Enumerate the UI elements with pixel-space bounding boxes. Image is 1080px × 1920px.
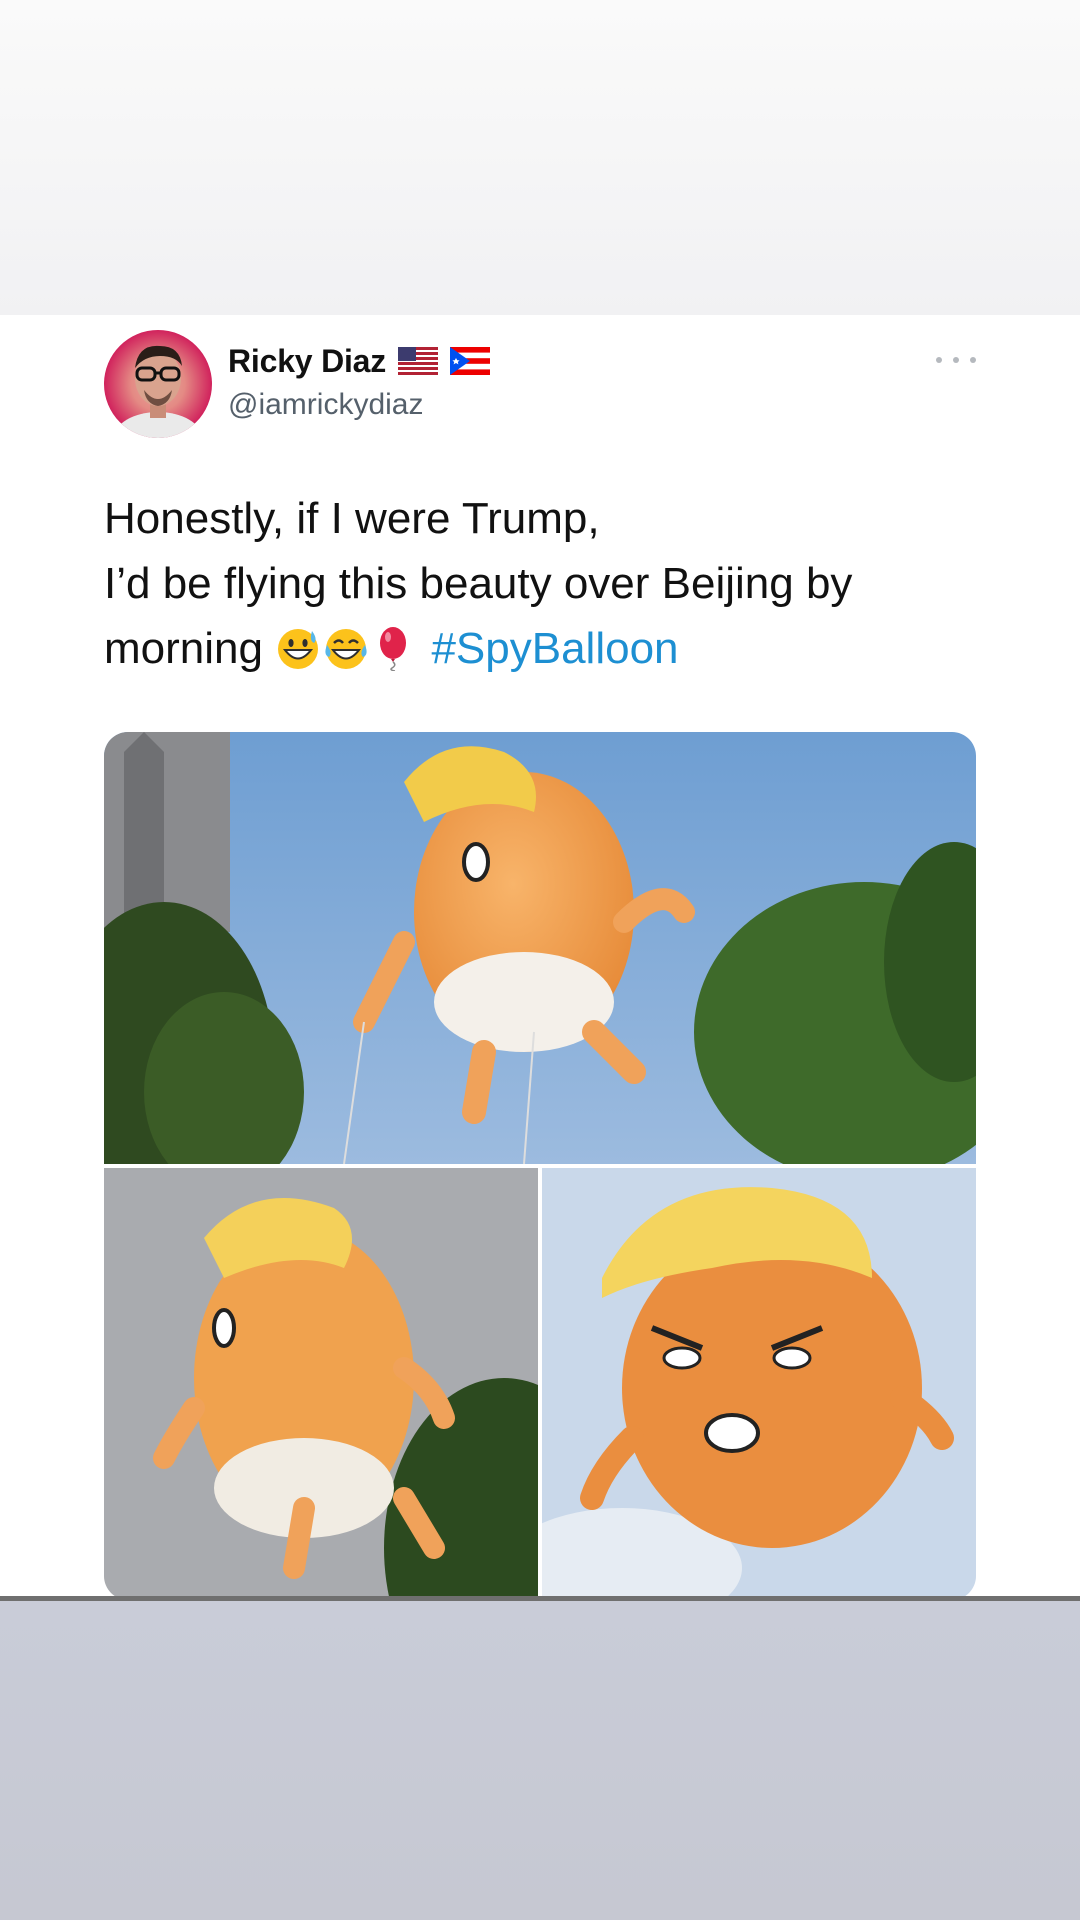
us-flag-icon [398, 347, 439, 375]
puerto-rico-flag-icon [450, 347, 491, 375]
tweet-text-line-last: morning #SpyBalloon [104, 616, 1004, 681]
media-grid[interactable] [104, 732, 976, 1600]
baby-balloon-photo-sky-trees[interactable] [104, 732, 976, 1164]
more-dot [970, 357, 976, 363]
author-display-name[interactable]: Ricky Diaz [228, 343, 386, 380]
tears-of-joy-emoji [325, 629, 367, 669]
hashtag-link[interactable]: #SpyBalloon [431, 624, 678, 673]
more-dot [936, 357, 942, 363]
avatar-portrait-icon [114, 345, 202, 438]
tweet-text: Honestly, if I were Trump, I’d be flying… [104, 486, 1004, 681]
balloon-emoji [380, 627, 407, 671]
author-name-row[interactable]: Ricky Diaz [228, 341, 491, 381]
story-bottom-background [0, 1601, 1080, 1920]
author-handle[interactable]: @iamrickydiaz [228, 388, 423, 422]
more-dot [953, 357, 959, 363]
grinning-sweat-emoji [278, 629, 319, 669]
tweet-text-line: I’d be flying this beauty over Beijing b… [104, 559, 853, 608]
baby-balloon-photo-closeup[interactable] [542, 1168, 976, 1600]
baby-balloon-photo-grey-sky[interactable] [104, 1168, 538, 1600]
more-options-icon[interactable] [936, 350, 976, 370]
story-top-background [0, 0, 1080, 315]
tweet-text-line: Honestly, if I were Trump, [104, 494, 600, 543]
tweet-text-line: morning [104, 624, 263, 673]
avatar[interactable] [104, 330, 212, 438]
